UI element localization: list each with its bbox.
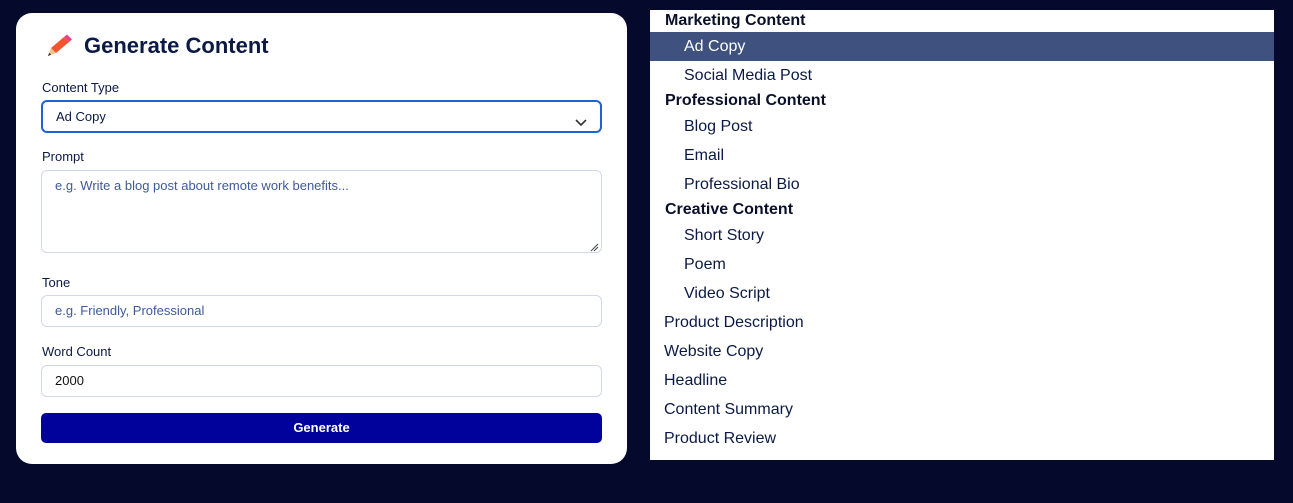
- optgroup-creative: Creative Content: [665, 201, 794, 218]
- generate-content-card: Generate Content Content Type Ad Copy Pr…: [16, 13, 627, 464]
- optgroup-professional: Professional Content: [665, 92, 826, 109]
- tone-placeholder: e.g. Friendly, Professional: [55, 303, 205, 318]
- page-title: Generate Content: [84, 33, 269, 58]
- prompt-textarea[interactable]: e.g. Write a blog post about remote work…: [41, 170, 602, 253]
- content-type-select[interactable]: Ad Copy: [41, 100, 602, 133]
- generate-button[interactable]: Generate: [41, 413, 602, 443]
- pencil-icon: [44, 33, 74, 59]
- word-count-input[interactable]: 2000: [41, 365, 602, 397]
- option-product-description[interactable]: Product Description: [650, 308, 1274, 337]
- option-professional-bio[interactable]: Professional Bio: [650, 170, 1274, 199]
- option-ad-copy[interactable]: Ad Copy: [650, 32, 1274, 61]
- tone-input[interactable]: e.g. Friendly, Professional: [41, 295, 602, 327]
- chevron-down-icon: [574, 110, 588, 127]
- card-header: Generate Content: [44, 33, 269, 59]
- option-video-script[interactable]: Video Script: [650, 279, 1274, 308]
- content-type-dropdown-list: Marketing Content Ad Copy Social Media P…: [650, 10, 1274, 460]
- content-type-label: Content Type: [42, 80, 120, 95]
- option-product-review[interactable]: Product Review: [650, 424, 1274, 453]
- option-blog-post[interactable]: Blog Post: [650, 112, 1274, 141]
- option-content-summary[interactable]: Content Summary: [650, 395, 1274, 424]
- content-type-value: Ad Copy: [56, 109, 106, 124]
- option-short-story[interactable]: Short Story: [650, 221, 1274, 250]
- option-headline[interactable]: Headline: [650, 366, 1274, 395]
- prompt-placeholder: e.g. Write a blog post about remote work…: [55, 178, 349, 193]
- resize-handle-icon[interactable]: [590, 241, 599, 252]
- word-count-label: Word Count: [42, 344, 112, 359]
- option-website-copy[interactable]: Website Copy: [650, 337, 1274, 366]
- prompt-label: Prompt: [42, 149, 84, 164]
- word-count-value: 2000: [55, 373, 84, 388]
- option-social-media-post[interactable]: Social Media Post: [650, 61, 1274, 90]
- option-poem[interactable]: Poem: [650, 250, 1274, 279]
- optgroup-marketing: Marketing Content: [665, 12, 806, 29]
- option-email[interactable]: Email: [650, 141, 1274, 170]
- tone-label: Tone: [42, 275, 71, 290]
